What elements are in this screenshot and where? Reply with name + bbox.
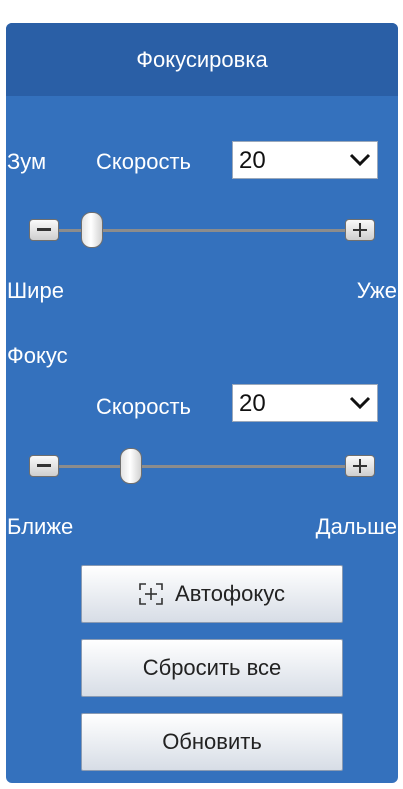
plus-icon <box>353 459 367 473</box>
panel-title: Фокусировка <box>136 46 268 72</box>
zoom-speed-value: 20 <box>239 147 266 174</box>
chevron-down-icon <box>349 396 371 410</box>
autofocus-button[interactable]: Автофокус <box>81 565 343 623</box>
reset-all-button-label: Сбросить все <box>142 655 282 680</box>
zoom-decrease-button[interactable] <box>29 219 59 241</box>
focus-max-label: Дальше <box>315 514 397 539</box>
zoom-label: Зум <box>7 149 47 174</box>
focus-increase-button[interactable] <box>345 455 375 477</box>
focus-speed-value: 20 <box>239 390 266 417</box>
chevron-down-icon <box>349 153 371 167</box>
panel-header: Фокусировка <box>6 23 398 96</box>
refresh-button-label: Обновить <box>162 729 262 754</box>
zoom-max-label: Уже <box>356 278 397 303</box>
refresh-button[interactable]: Обновить <box>81 713 343 771</box>
zoom-speed-label: Скорость <box>96 149 192 174</box>
zoom-increase-button[interactable] <box>345 219 375 241</box>
focus-slider-thumb[interactable] <box>120 448 143 484</box>
focus-speed-select[interactable]: 20 <box>232 384 378 422</box>
focus-decrease-button[interactable] <box>29 455 59 477</box>
zoom-speed-select[interactable]: 20 <box>232 141 378 179</box>
focus-label: Фокус <box>7 343 68 368</box>
focus-panel: Фокусировка Зум Скорость 20 Шире Уже Фок… <box>6 23 398 783</box>
focus-min-label: Ближе <box>7 514 74 539</box>
plus-icon <box>353 223 367 237</box>
zoom-min-label: Шире <box>7 278 64 303</box>
minus-icon <box>37 228 51 231</box>
zoom-slider-thumb[interactable] <box>81 212 104 248</box>
minus-icon <box>37 464 51 467</box>
reset-all-button[interactable]: Сбросить все <box>81 639 343 697</box>
focus-slider-track[interactable] <box>59 465 345 468</box>
autofocus-icon <box>139 583 163 605</box>
autofocus-button-label: Автофокус <box>175 581 285 606</box>
focus-speed-label: Скорость <box>96 394 192 419</box>
